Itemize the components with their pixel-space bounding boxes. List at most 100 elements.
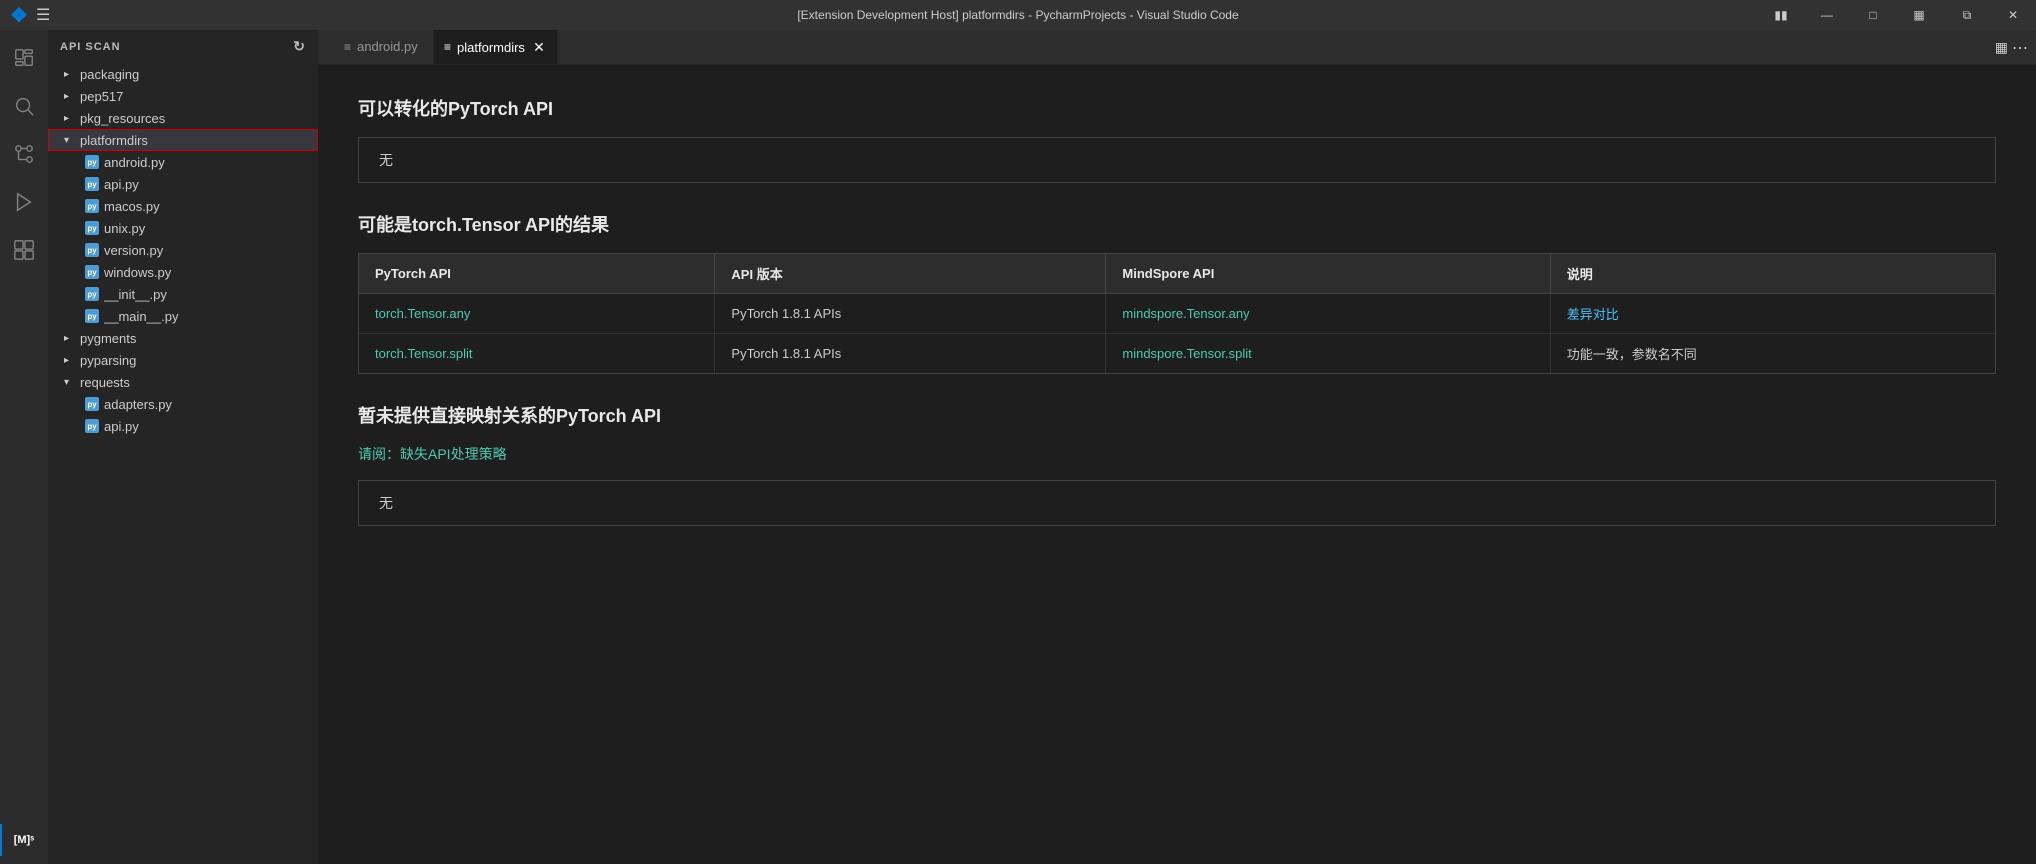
activity-extensions-icon[interactable] — [0, 226, 48, 274]
table-row: torch.Tensor.any PyTorch 1.8.1 APIs mind… — [359, 294, 1995, 334]
tree-item-label: macos.py — [104, 199, 318, 214]
pytorch-api-link[interactable]: torch.Tensor.any — [375, 306, 470, 321]
sidebar-item-api-py[interactable]: py api.py — [48, 173, 318, 195]
tree-item-label: api.py — [104, 419, 318, 434]
sidebar-item-platformdirs[interactable]: ▾ platformdirs — [48, 129, 318, 151]
title-bar: ❖ ☰ [Extension Development Host] platfor… — [0, 0, 2036, 30]
tree-item-label: version.py — [104, 243, 318, 258]
sidebar: API SCAN ↻ ▸ packaging ▸ pep517 ▸ pkg_re… — [48, 30, 318, 864]
pytorch-api-cell: torch.Tensor.any — [359, 294, 715, 334]
python-file-icon: py — [84, 286, 100, 302]
api-table-container: PyTorch API API 版本 MindSpore API 说明 torc… — [358, 253, 1996, 374]
activity-mindspore-icon[interactable]: [M]ˢ — [0, 816, 48, 864]
version-cell: PyTorch 1.8.1 APIs — [715, 334, 1106, 374]
desc-cell: 功能一致，参数名不同 — [1550, 334, 1995, 374]
chevron-down-icon: ▾ — [64, 135, 80, 146]
python-file-icon: py — [84, 176, 100, 192]
sidebar-item-windows-py[interactable]: py windows.py — [48, 261, 318, 283]
section1-empty-box: 无 — [358, 137, 1996, 183]
tab-icon: ≡ — [344, 40, 351, 54]
tab-platformdirs[interactable]: ≡ platformdirs ✕ — [434, 30, 558, 64]
mindspore-api-link[interactable]: mindspore.Tensor.any — [1122, 306, 1249, 321]
more-actions-icon[interactable]: ⋯ — [2012, 38, 2028, 58]
sidebar-item-adapters-py[interactable]: py adapters.py — [48, 393, 318, 415]
title-bar-left: ❖ ☰ — [10, 3, 50, 28]
activity-run-debug-icon[interactable] — [0, 178, 48, 226]
split-editor-icon[interactable]: ▦ — [1995, 39, 2008, 56]
chevron-right-icon: ▸ — [64, 113, 80, 124]
minimize-button[interactable]: — — [1804, 0, 1850, 30]
sidebar-item-unix-py[interactable]: py unix.py — [48, 217, 318, 239]
sidebar-item-pkg-resources[interactable]: ▸ pkg_resources — [48, 107, 318, 129]
col-header-pytorch: PyTorch API — [359, 254, 715, 294]
section1-empty-text: 无 — [379, 152, 393, 168]
tab-bar-actions — [318, 30, 334, 64]
tree-item-label: requests — [80, 375, 318, 390]
restore-button[interactable]: ⧉ — [1944, 0, 1990, 30]
hamburger-icon[interactable]: ☰ — [36, 5, 50, 25]
sidebar-item-pyparsing[interactable]: ▸ pyparsing — [48, 349, 318, 371]
chevron-right-icon: ▸ — [64, 69, 80, 80]
tab-label: platformdirs — [457, 40, 525, 55]
tab-label: android.py — [357, 39, 418, 54]
chevron-down-icon: ▾ — [64, 377, 80, 388]
mindspore-api-cell: mindspore.Tensor.any — [1106, 294, 1550, 334]
activity-source-control-icon[interactable] — [0, 130, 48, 178]
pytorch-api-cell: torch.Tensor.split — [359, 334, 715, 374]
sidebar-tree: ▸ packaging ▸ pep517 ▸ pkg_resources ▾ p… — [48, 63, 318, 864]
tab-close-icon[interactable]: ✕ — [531, 39, 547, 55]
tab-icon: ≡ — [444, 40, 451, 54]
mindspore-api-link-split[interactable]: mindspore.Tensor.split — [1122, 346, 1251, 361]
editor-area: ≡ android.py ≡ platformdirs ✕ ▦ ⋯ 可以转化的P… — [318, 30, 2036, 864]
python-file-icon: py — [84, 220, 100, 236]
section2-title: 可能是torch.Tensor API的结果 — [358, 211, 1996, 237]
missing-api-strategy-link[interactable]: 请阅：缺失API处理策略 — [358, 444, 507, 464]
split-layout-button[interactable]: ▦ — [1896, 0, 1942, 30]
sidebar-item-pep517[interactable]: ▸ pep517 — [48, 85, 318, 107]
pytorch-api-link-split[interactable]: torch.Tensor.split — [375, 346, 473, 361]
tree-item-label: pyparsing — [80, 353, 318, 368]
sidebar-item-requests[interactable]: ▾ requests — [48, 371, 318, 393]
sidebar-item-packaging[interactable]: ▸ packaging — [48, 63, 318, 85]
tree-item-label: packaging — [80, 67, 318, 82]
refresh-icon[interactable]: ↻ — [293, 38, 306, 55]
sidebar-item-version-py[interactable]: py version.py — [48, 239, 318, 261]
chevron-right-icon: ▸ — [64, 91, 80, 102]
python-file-icon: py — [84, 308, 100, 324]
sidebar-item-init-py[interactable]: py __init__.py — [48, 283, 318, 305]
toggle-sidebar-button[interactable]: ▮▮ — [1758, 0, 1804, 30]
sidebar-item-android-py[interactable]: py android.py — [48, 151, 318, 173]
tree-item-label: adapters.py — [104, 397, 318, 412]
sidebar-item-main-py[interactable]: py __main__.py — [48, 305, 318, 327]
sidebar-item-macos-py[interactable]: py macos.py — [48, 195, 318, 217]
tree-item-label: platformdirs — [80, 133, 318, 148]
sidebar-item-api-py2[interactable]: py api.py — [48, 415, 318, 437]
tree-item-label: __init__.py — [104, 287, 318, 302]
main-layout: [M]ˢ API SCAN ↻ ▸ packaging ▸ pep517 ▸ p… — [0, 30, 2036, 864]
tree-item-label: unix.py — [104, 221, 318, 236]
activity-search-icon[interactable] — [0, 82, 48, 130]
table-header-row: PyTorch API API 版本 MindSpore API 说明 — [359, 254, 1995, 294]
title-bar-controls: ▮▮ — □ ▦ ⧉ ✕ — [1758, 0, 2036, 30]
tree-item-label: pygments — [80, 331, 318, 346]
python-file-icon: py — [84, 396, 100, 412]
api-table: PyTorch API API 版本 MindSpore API 说明 torc… — [359, 254, 1995, 373]
tab-android-py[interactable]: ≡ android.py — [334, 30, 434, 64]
sidebar-title: API SCAN — [60, 41, 121, 53]
chevron-right-icon: ▸ — [64, 355, 80, 366]
tree-item-label: api.py — [104, 177, 318, 192]
maximize-button[interactable]: □ — [1850, 0, 1896, 30]
tree-item-label: pkg_resources — [80, 111, 318, 126]
activity-explorer-icon[interactable] — [0, 34, 48, 82]
tree-item-label: pep517 — [80, 89, 318, 104]
window-title: [Extension Development Host] platformdir… — [797, 8, 1238, 22]
activity-bar: [M]ˢ — [0, 30, 48, 864]
tree-item-label: __main__.py — [104, 309, 318, 324]
close-button[interactable]: ✕ — [1990, 0, 2036, 30]
python-file-icon: py — [84, 242, 100, 258]
section3-empty-text: 无 — [379, 495, 393, 511]
tree-item-label: windows.py — [104, 265, 318, 280]
sidebar-item-pygments[interactable]: ▸ pygments — [48, 327, 318, 349]
diff-compare-link[interactable]: 差异对比 — [1567, 307, 1619, 322]
editor-content: 可以转化的PyTorch API 无 可能是torch.Tensor API的结… — [318, 65, 2036, 864]
